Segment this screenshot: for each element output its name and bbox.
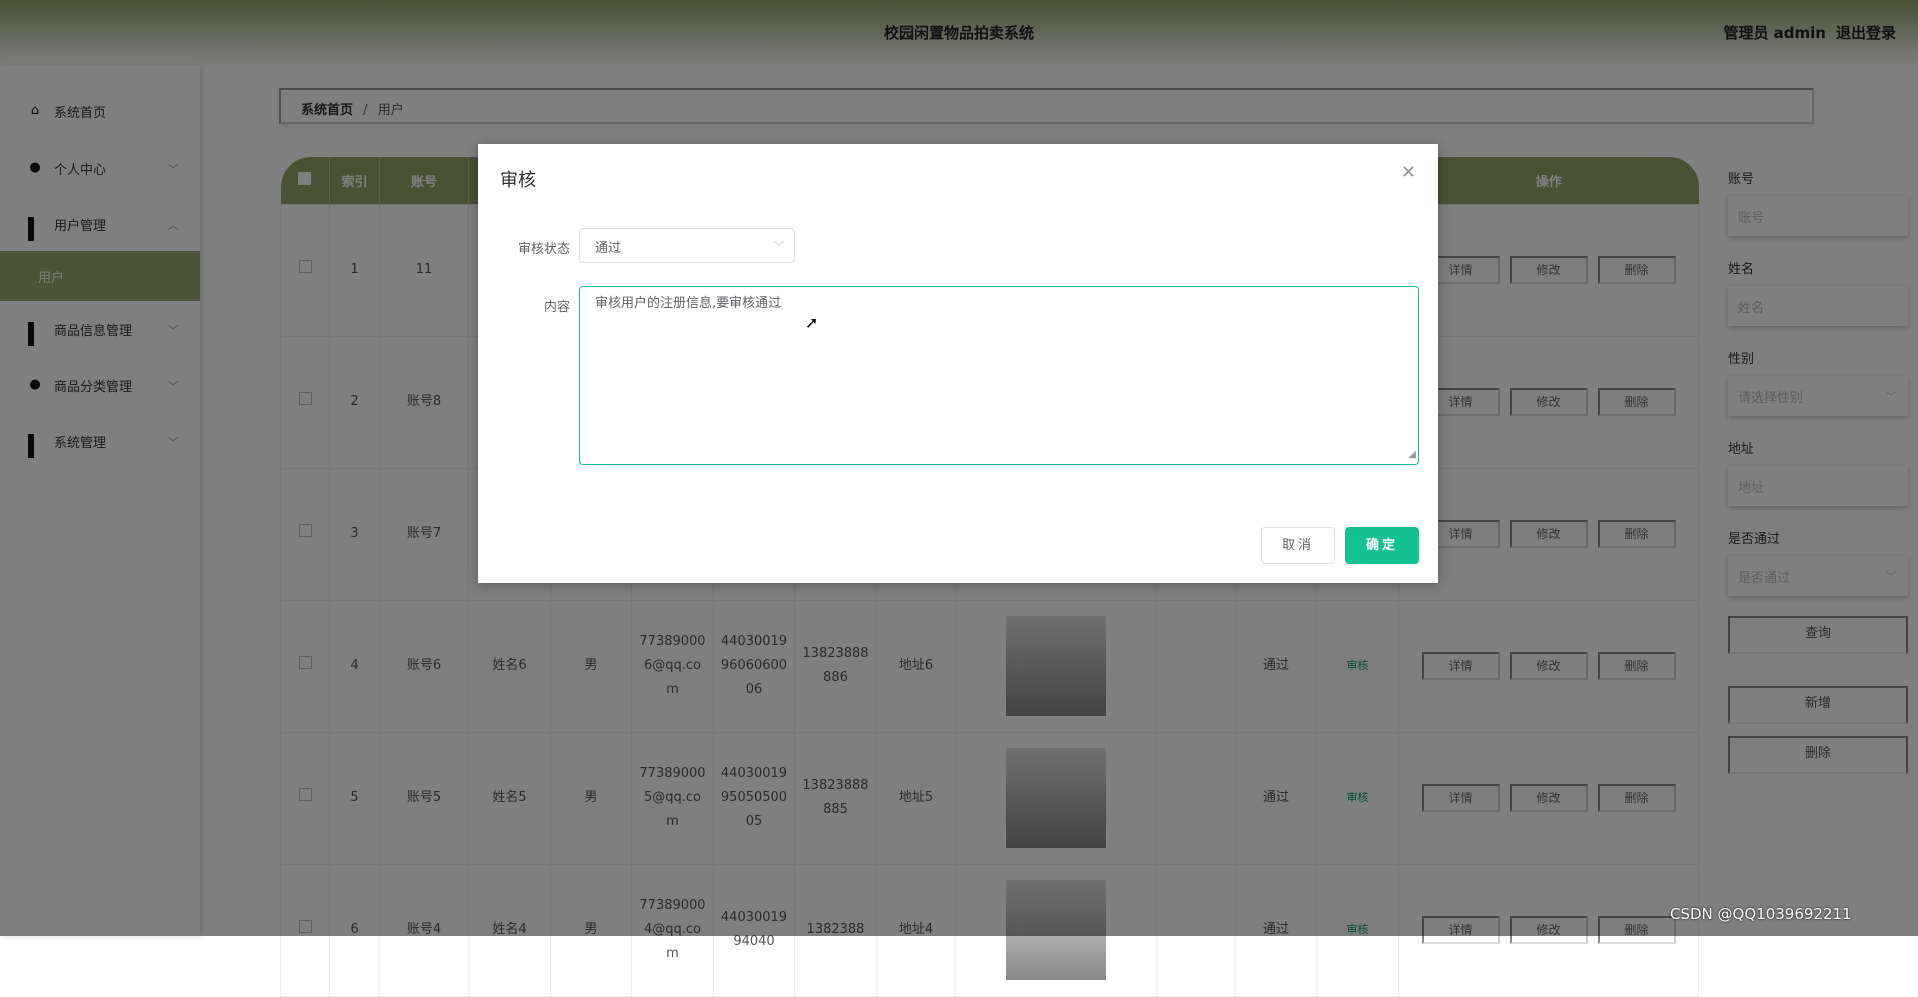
close-icon[interactable]: ✕ xyxy=(1401,162,1416,183)
confirm-button[interactable]: 确定 xyxy=(1345,527,1419,564)
audit-content-textarea[interactable]: 审核用户的注册信息,要审核通过 ◢ xyxy=(579,286,1419,465)
mouse-cursor-icon: ➚ xyxy=(805,313,819,332)
chevron-down-icon: ﹀ xyxy=(774,242,784,253)
audit-content-text: 审核用户的注册信息,要审核通过 xyxy=(595,296,782,311)
resize-handle-icon[interactable]: ◢ xyxy=(1408,446,1416,464)
dialog-title: 审核 xyxy=(500,170,536,191)
cancel-button[interactable]: 取消 xyxy=(1261,527,1335,564)
audit-status-select[interactable]: 通过 ﹀ xyxy=(579,228,795,263)
audit-dialog: 审核 ✕ 审核状态 通过 ﹀ 内容 审核用户的注册信息,要审核通过 ◢ 取消 确定 xyxy=(478,144,1438,583)
watermark: CSDN @QQ1039692211 xyxy=(1670,905,1852,923)
